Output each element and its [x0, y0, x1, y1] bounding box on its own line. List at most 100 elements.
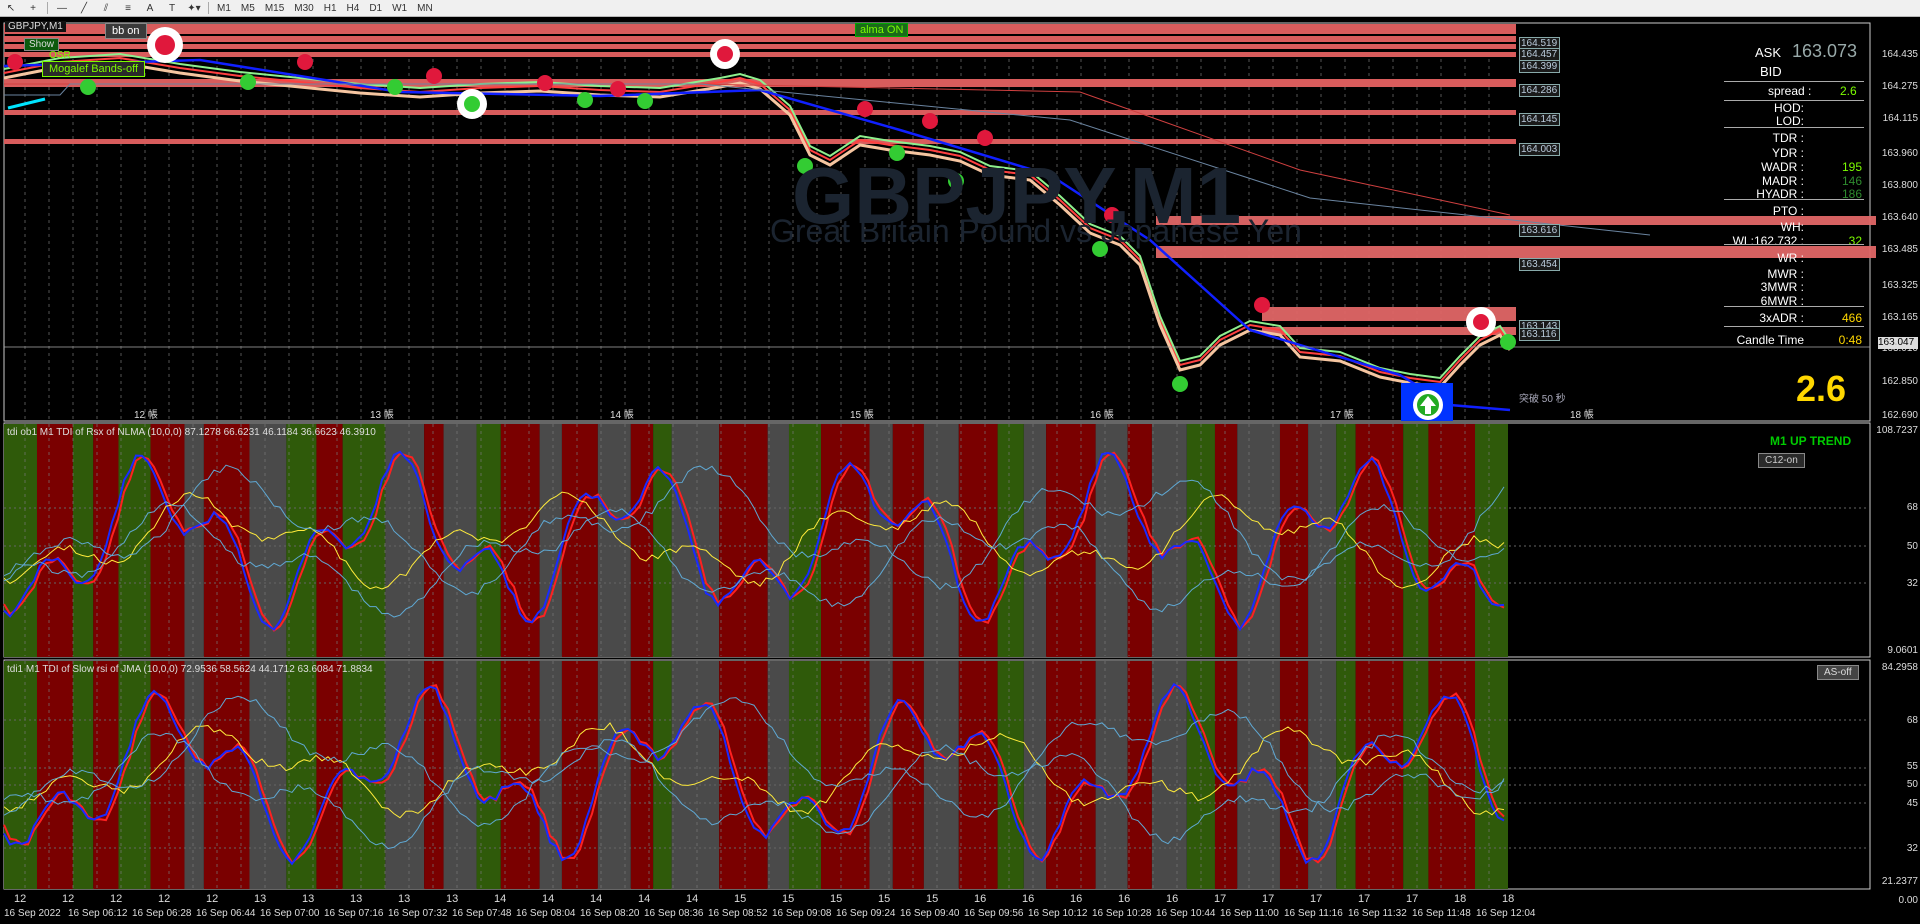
info-row-value: 466: [1841, 311, 1862, 325]
crosshair-icon[interactable]: +: [22, 1, 44, 15]
fibonacci-icon[interactable]: ≡: [117, 1, 139, 15]
y-tick-label: 163.800: [1881, 180, 1918, 191]
tdi2-band: [561, 661, 598, 889]
symbol-tab[interactable]: GBPJPY,M1: [5, 21, 66, 32]
panel-divider: [1724, 306, 1864, 307]
ask-label: ASK: [1755, 45, 1782, 60]
session-mark: 16: [1070, 893, 1083, 905]
zone-price-box: 164.399: [1519, 60, 1560, 73]
line-icon[interactable]: —: [51, 1, 73, 15]
tdi1-band: [184, 424, 204, 657]
time-label: 16 Sep 06:12: [68, 908, 128, 919]
timeframe-d1[interactable]: D1: [364, 3, 387, 14]
tdi2-band: [1046, 661, 1096, 889]
time-label: 16 Sep 06:44: [196, 908, 256, 919]
y-tick-label: 163.010: [1881, 343, 1918, 354]
info-row-key: MADR :: [1762, 174, 1804, 188]
timeframe-m1[interactable]: M1: [212, 3, 236, 14]
osr-label: OSR: [49, 50, 71, 61]
timeframe-m30[interactable]: M30: [289, 3, 318, 14]
tdi2-band: [997, 661, 1024, 889]
panel-divider: [1724, 127, 1864, 128]
tdi1-band: [539, 424, 562, 657]
label-icon[interactable]: T: [161, 1, 183, 15]
trendline-icon[interactable]: ╱: [73, 1, 95, 15]
buy-signal-dot: [240, 74, 256, 90]
tdi2-band: [788, 661, 822, 889]
info-row-key: MWR :: [1767, 267, 1804, 281]
as-button[interactable]: AS-off: [1817, 665, 1859, 680]
time-label: 16 Sep 2022: [4, 908, 61, 919]
c12-button[interactable]: C12-on: [1758, 453, 1805, 468]
info-row-key: PTO :: [1772, 204, 1804, 218]
y-tick-label: 45: [1906, 798, 1918, 809]
session-mark: 12: [206, 893, 219, 905]
buy-signal-dot: [1500, 334, 1516, 350]
toolbar: ↖ + — ╱ ⫽ ≡ A T ✦▾ M1 M5 M15 M30 H1 H4 D1 W1 MN: [0, 0, 1920, 17]
session-mark: 18: [1454, 893, 1467, 905]
tdi2-band: [1095, 661, 1128, 889]
y-tick-label: 164.275: [1881, 81, 1918, 92]
tdi1-band: [1214, 424, 1238, 657]
timeframe-h1[interactable]: H1: [319, 3, 342, 14]
price-zone: [4, 36, 1516, 42]
tdi2-band: [719, 661, 768, 889]
time-label: 16 Sep 07:00: [260, 908, 320, 919]
y-tick-label: 68: [1906, 502, 1918, 513]
time-label: 16 Sep 09:40: [900, 908, 960, 919]
panel-divider: [1724, 199, 1864, 200]
session-mark: 16: [1022, 893, 1035, 905]
shapes-icon[interactable]: ✦▾: [183, 1, 205, 15]
session-mark: 12: [158, 893, 171, 905]
info-row-value: 32: [1848, 234, 1862, 248]
time-label: 16 Sep 12:04: [1476, 908, 1536, 919]
alma-button[interactable]: alma ON: [855, 23, 909, 37]
tdi1-band: [958, 424, 998, 657]
zone-price-box: 164.145: [1519, 113, 1560, 126]
buy-signal-dot: [1172, 376, 1188, 392]
spread-value: 2.6: [1840, 84, 1857, 98]
buy-signal-dot: [637, 93, 653, 109]
text-icon[interactable]: A: [139, 1, 161, 15]
session-mark: 17: [1406, 893, 1419, 905]
tdi2-band: [539, 661, 562, 889]
session-mark: 16: [974, 893, 987, 905]
sell-signal-dot: [297, 54, 313, 70]
info-row-key: WADR :: [1761, 160, 1804, 174]
y-tick-label: 163.960: [1881, 148, 1918, 159]
tdi1-band: [892, 424, 924, 657]
timeframe-m5[interactable]: M5: [236, 3, 260, 14]
session-mark: 16: [1118, 893, 1131, 905]
zone-price-box: 164.286: [1519, 84, 1560, 97]
session-label: 16 帳: [1090, 410, 1114, 421]
sell-signal-dot: [857, 101, 873, 117]
tdi1-band: [4, 424, 37, 657]
bb-button[interactable]: bb on: [105, 23, 147, 39]
watermark-description: Great Britain Pound vs Japanese Yen: [770, 213, 1302, 249]
sell-signal-dot: [1254, 297, 1270, 313]
channel-icon[interactable]: ⫽: [95, 1, 117, 15]
price-zone: [4, 24, 1516, 34]
time-label: 16 Sep 09:56: [964, 908, 1024, 919]
time-label: 16 Sep 07:48: [452, 908, 512, 919]
timeframe-m15[interactable]: M15: [260, 3, 289, 14]
info-row-key: HOD:: [1774, 101, 1804, 115]
info-row-key: WR :: [1777, 251, 1804, 265]
cursor-icon[interactable]: ↖: [0, 1, 22, 15]
time-label: 16 Sep 08:52: [708, 908, 768, 919]
info-row-key: YDR :: [1771, 146, 1804, 160]
session-mark: 14: [494, 893, 507, 905]
mogalef-bands-button[interactable]: Mogalef Bands-off: [42, 61, 146, 77]
session-mark: 13: [302, 893, 315, 905]
timeframe-h4[interactable]: H4: [342, 3, 365, 14]
timeframe-w1[interactable]: W1: [387, 3, 412, 14]
indicator-mark: [7, 97, 46, 110]
tdi1-band: [630, 424, 654, 657]
y-tick-label: 68: [1906, 715, 1918, 726]
time-label: 16 Sep 07:16: [324, 908, 384, 919]
info-row-key: 3xADR :: [1759, 311, 1804, 325]
timeframe-mn[interactable]: MN: [412, 3, 438, 14]
session-mark: 12: [62, 893, 75, 905]
sell-signal-dot: [922, 113, 938, 129]
tdi1-band: [150, 424, 185, 657]
